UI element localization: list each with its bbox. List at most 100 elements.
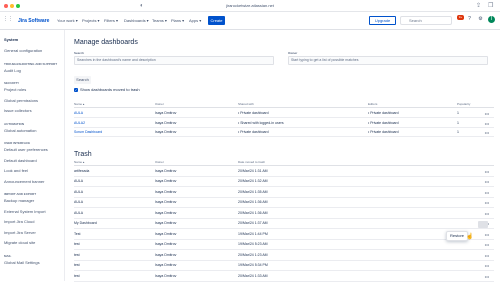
nav-filters[interactable]: Filters ▾ <box>104 17 118 25</box>
nav-apps[interactable]: Apps ▾ <box>189 17 201 25</box>
nav-your-work[interactable]: Your work ▾ <box>57 17 78 25</box>
table-row: AULA Isaya Dmitrov 20/Mar/24 1:36 AM ••• <box>74 208 494 219</box>
trash-dashboard-name: AULA <box>74 200 84 204</box>
more-actions-icon[interactable]: ••• <box>485 110 489 117</box>
dashboard-search-input[interactable]: Searches in the dashboard's name and des… <box>74 56 274 65</box>
sidebar-item[interactable]: Default dashboard <box>4 158 37 164</box>
sidebar-item[interactable]: Backup manager <box>4 198 34 204</box>
create-button[interactable]: Create <box>208 16 225 25</box>
more-actions-icon[interactable]: ••• <box>485 210 489 217</box>
more-actions-icon[interactable]: ••• <box>485 273 489 280</box>
sidebar-item[interactable]: Look and feel <box>4 168 28 174</box>
table-row: Test Isaya Dmitrov 19/Mar/24 1:44 PM ••• <box>74 229 494 240</box>
show-trash-checkbox[interactable]: ✓ <box>74 88 78 92</box>
more-actions-icon[interactable]: ••• <box>485 168 489 175</box>
app-switcher-icon[interactable]: ⋮⋮ <box>3 16 13 23</box>
sidebar-item[interactable]: Announcement banner <box>4 179 44 185</box>
trash-date-moved: 20/Mar/24 1:33 AM <box>238 273 268 278</box>
trash-date-moved: 20/Mar/24 1:32 AM <box>238 179 268 183</box>
sidebar-item[interactable]: External System Import <box>4 209 46 215</box>
search-button[interactable]: Search <box>74 76 91 84</box>
dashboard-owner: Isaya Dmitrov <box>155 111 177 115</box>
sidebar-section-heading: USER INTERFACE <box>4 141 31 145</box>
dashboard-shared-with: • Shared with logged-in users <box>238 120 284 125</box>
dashboard-owner: Isaya Dmitrov <box>155 130 177 134</box>
sidebar-item[interactable]: Global permissions <box>4 98 38 104</box>
trash-dashboard-name: AULA <box>74 189 84 194</box>
dashboard-popularity: 1 <box>457 111 459 115</box>
more-actions-icon[interactable]: ••• <box>485 252 489 259</box>
help-icon[interactable]: ? <box>466 16 473 23</box>
maximize-window-icon[interactable] <box>16 4 20 8</box>
notification-badge[interactable]: 9+ <box>457 15 464 20</box>
jira-logo[interactable]: Jira Software <box>18 17 49 25</box>
sidebar-item[interactable]: Issue collectors <box>4 108 32 114</box>
more-actions-icon[interactable]: ••• <box>485 189 489 196</box>
tabs-icon[interactable]: ❐ <box>488 2 493 10</box>
trash-dashboard-name: My Dashboard <box>74 221 97 225</box>
trash-dashboard-owner: Isaya Dmitrov <box>155 168 177 173</box>
trash-date-moved: 20/Mar/24 1:36 AM <box>238 210 268 215</box>
sidebar-item[interactable]: Import Jira Server <box>4 230 36 236</box>
restore-menu-item[interactable]: Restore <box>446 231 468 241</box>
nav-projects[interactable]: Projects ▾ <box>82 17 100 25</box>
avatar[interactable]: I <box>488 16 495 23</box>
trash-date-moved: 20/Mar/24 1:31 AM <box>238 168 268 173</box>
settings-gear-icon[interactable]: ⚙ <box>477 16 484 23</box>
trash-dashboard-name: AULA <box>74 179 84 183</box>
table-row: test Isaya Dmitrov 20/Mar/24 1:33 AM ••• <box>74 271 494 282</box>
dashboard-name-link[interactable]: Scrum Dashboard <box>74 129 102 136</box>
close-window-icon[interactable] <box>4 4 8 8</box>
minimize-window-icon[interactable] <box>10 4 14 8</box>
sidebar-item[interactable]: Import Jira Cloud <box>4 219 34 225</box>
more-actions-icon[interactable]: ••• <box>485 199 489 206</box>
sidebar-item[interactable]: General configuration <box>4 48 42 54</box>
trash-dashboard-owner: Isaya Dmitrov <box>155 179 177 183</box>
trash-date-moved: 20/Mar/24 1:36 AM <box>238 200 268 204</box>
main-content: Manage dashboards Search Searches in the… <box>66 30 500 282</box>
sidebar: System General configuration TROUBLESHOOT… <box>0 30 65 281</box>
page-title: Manage dashboards <box>74 39 138 46</box>
search-input[interactable]: Search <box>400 16 452 25</box>
dashboard-name-link[interactable]: AULA2 <box>74 120 85 127</box>
more-actions-icon[interactable]: ••• <box>485 262 489 269</box>
address-bar[interactable]: jirarocketwize.atlassian.net <box>200 2 300 10</box>
top-navigation: ⋮⋮ Jira Software Your work ▾ Projects ▾ … <box>0 12 500 30</box>
more-actions-icon[interactable]: ••• <box>485 178 489 185</box>
owner-label: Owner <box>288 51 298 55</box>
more-actions-icon[interactable]: ••• <box>485 129 489 136</box>
dashboard-owner: Isaya Dmitrov <box>155 120 177 125</box>
trash-title: Trash <box>74 151 92 158</box>
sidebar-item[interactable]: Project roles <box>4 87 26 93</box>
trash-dashboard-owner: Isaya Dmitrov <box>155 273 177 278</box>
table-row: Scrum Dashboard Isaya Dmitrov • Private da… <box>74 128 494 137</box>
trash-dashboard-name: AULA <box>74 210 84 215</box>
sidebar-item[interactable]: Audit Log <box>4 68 21 74</box>
trash-date-moved: 20/Mar/24 1:35 AM <box>238 189 268 194</box>
dashboard-editors: • Private dashboard <box>368 111 399 115</box>
trash-date-moved: 20/Mar/24 1:37 AM <box>238 221 268 225</box>
dashboard-name-link[interactable]: AULA <box>74 110 83 117</box>
more-actions-icon[interactable]: ••• <box>485 231 489 238</box>
more-actions-icon[interactable]: ••• <box>485 241 489 248</box>
sidebar-section-heading: MAIL <box>4 253 12 258</box>
more-actions-icon[interactable]: ••• <box>485 120 489 127</box>
active-row-actions-highlight <box>478 221 488 228</box>
nav-plans[interactable]: Plans ▾ <box>171 17 184 25</box>
owner-input[interactable]: Start typing to get a list of possible m… <box>288 56 488 65</box>
upgrade-button[interactable]: Upgrade <box>369 16 396 25</box>
nav-teams[interactable]: Teams ▾ <box>152 17 167 25</box>
nav-dashboards[interactable]: Dashboards ▾ <box>124 17 149 25</box>
trash-dashboard-name: test <box>74 252 80 257</box>
sidebar-item[interactable]: Global automation <box>4 128 36 134</box>
trash-dashboard-owner: Isaya Dmitrov <box>155 210 177 215</box>
table-row: AULA Isaya Dmitrov 20/Mar/24 1:35 AM ••• <box>74 187 494 198</box>
share-icon[interactable]: ⇪ <box>476 2 481 10</box>
sidebar-item[interactable]: Global Mail Settings <box>4 260 40 266</box>
sidebar-item[interactable]: Migrate cloud site <box>4 240 35 246</box>
sidebar-item[interactable]: Default user preferences <box>4 147 48 153</box>
dashboard-popularity: 1 <box>457 130 459 134</box>
trash-dashboard-owner: Isaya Dmitrov <box>155 263 177 267</box>
table-divider <box>74 107 494 108</box>
dashboard-shared-with: • Private dashboard <box>238 111 269 115</box>
